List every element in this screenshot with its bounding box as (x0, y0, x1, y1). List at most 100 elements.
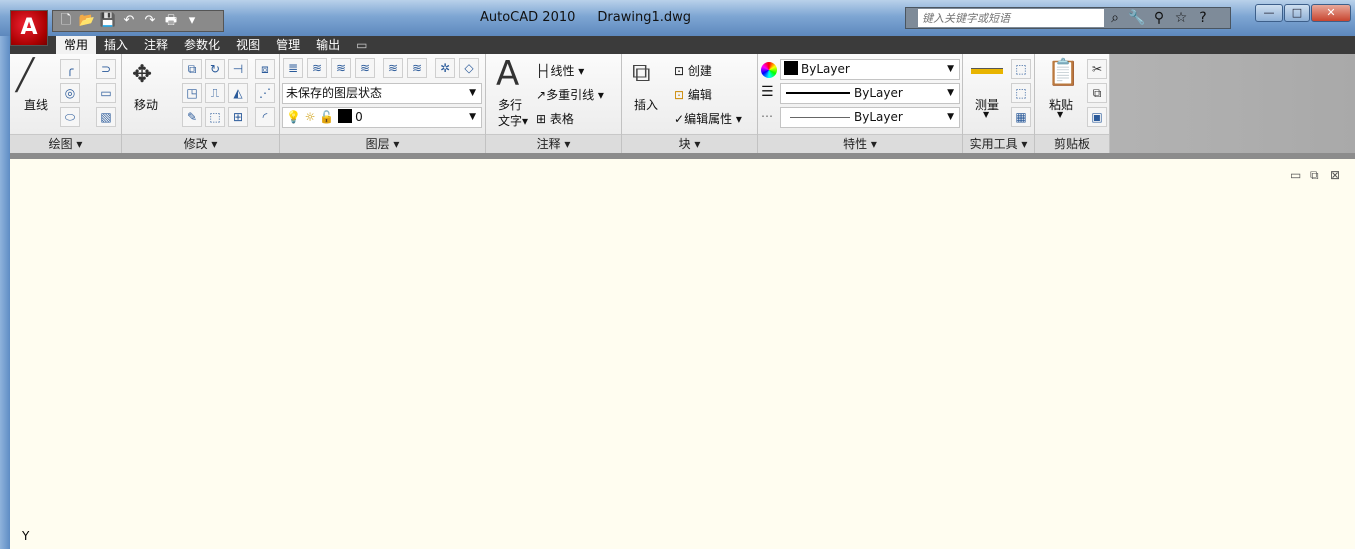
create-block-button[interactable]: ⊡ 创建 (674, 62, 712, 79)
new-icon[interactable]: 🗋 (57, 13, 75, 29)
rotate-icon[interactable]: ↻ (205, 59, 225, 79)
array-icon[interactable]: ⊞ (228, 107, 248, 127)
plot-icon[interactable]: 🖶 (162, 13, 180, 29)
multileader-label: 多重引线 ▾ (546, 88, 604, 102)
panel-properties-label[interactable]: 特性 ▾ (758, 134, 962, 153)
color-wheel-icon (761, 62, 777, 78)
fillet-brush-icon[interactable]: ✎ (182, 107, 202, 127)
layer-isolate-icon[interactable]: ≋ (383, 58, 403, 78)
copy-icon[interactable]: ⧉ (182, 59, 202, 79)
circle-icon[interactable]: ◎ (60, 83, 80, 103)
measure-icon[interactable] (971, 68, 1003, 74)
polyline-icon[interactable]: ╭ (60, 59, 80, 79)
minimize-button[interactable]: — (1255, 4, 1283, 22)
layer-freeze-icon[interactable]: ✲ (435, 58, 455, 78)
linetype-dropdown[interactable]: ByLayer ▼ (780, 107, 960, 128)
application-menu-button[interactable]: A (10, 10, 48, 46)
customize-icon[interactable]: ▾ (183, 13, 201, 29)
lineweight-dropdown[interactable]: ByLayer ▼ (780, 83, 960, 104)
drawing-close-button[interactable]: ⊠ (1330, 168, 1340, 182)
cut-icon[interactable]: ✂ (1087, 59, 1107, 79)
open-icon[interactable]: 📂 (78, 13, 96, 29)
layer-unisolate-icon[interactable]: ≋ (407, 58, 427, 78)
explode-icon[interactable]: ⋰ (255, 83, 275, 103)
match-properties-icon[interactable]: ▣ (1087, 107, 1107, 127)
move-button[interactable]: 移动 (134, 96, 158, 113)
drawing-canvas[interactable]: ▭ ⧉ ⊠ Y (10, 159, 1355, 549)
minimize-ribbon-button[interactable]: ▭ (348, 36, 375, 54)
redo-icon[interactable]: ↷ (141, 13, 159, 29)
linear-label: 线性 ▾ (550, 64, 585, 78)
panel-annotation: A 多行 文字▾ ├┤线性 ▾ ↗多重引线 ▾ ⊞ 表格 注释 ▾ (486, 54, 622, 153)
multileader-button[interactable]: ↗多重引线 ▾ (536, 86, 604, 103)
trim-icon[interactable]: ⊣ (228, 59, 248, 79)
mtext-icon[interactable]: A (496, 54, 519, 94)
close-button[interactable]: ✕ (1311, 4, 1351, 22)
array-3d-icon[interactable]: ⬚ (205, 107, 225, 127)
help-icon[interactable]: ? (1192, 10, 1214, 26)
scale-icon[interactable]: ◳ (182, 83, 202, 103)
color-dropdown[interactable]: ByLayer ▼ (780, 59, 960, 80)
mtext-label-1[interactable]: 多行 (498, 96, 522, 113)
tab-home[interactable]: 常用 (56, 36, 97, 54)
insert-button[interactable]: 插入 (634, 96, 658, 113)
panel-modify: ✥ 移动 ⧉ ↻ ⊣ ⧈ ◳ ⎍ ◭ ⋰ ✎ ⬚ ⊞ ◜ 修改 ▾ (122, 54, 280, 153)
undo-icon[interactable]: ↶ (120, 13, 138, 29)
panel-block-label[interactable]: 块 ▾ (622, 134, 757, 153)
edit-attribute-button[interactable]: ✓编辑属性 ▾ (674, 110, 742, 127)
paste-dropdown-arrow[interactable]: ▼ (1057, 110, 1063, 119)
stretch-icon[interactable]: ⎍ (205, 83, 225, 103)
arc-icon[interactable]: ⊃ (96, 59, 116, 79)
tab-manage[interactable]: 管理 (268, 36, 308, 54)
drawing-minimize-button[interactable]: ▭ (1290, 168, 1301, 182)
linear-dimension-icon: ├┤ (536, 64, 551, 78)
line-icon[interactable]: ╱ (16, 58, 34, 93)
line-button[interactable]: 直线 (24, 96, 48, 113)
linear-dimension-button[interactable]: ├┤线性 ▾ (536, 62, 584, 79)
copy-clip-icon[interactable]: ⧉ (1087, 83, 1107, 103)
layer-match-icon[interactable]: ≋ (331, 58, 351, 78)
panel-annotation-label[interactable]: 注释 ▾ (486, 134, 621, 153)
save-icon[interactable]: 💾 (99, 13, 117, 29)
mtext-label-2[interactable]: 文字▾ (498, 112, 528, 129)
wrench-icon[interactable]: 🔧 (1126, 10, 1148, 26)
rectangle-icon[interactable]: ▭ (96, 83, 116, 103)
tab-output[interactable]: 输出 (308, 36, 348, 54)
edit-block-button[interactable]: ⊡ 编辑 (674, 86, 712, 103)
binoculars-icon[interactable]: ⌕ (1104, 10, 1126, 26)
erase-icon[interactable]: ⧈ (255, 59, 275, 79)
panel-layers-label[interactable]: 图层 ▾ (280, 134, 485, 153)
panel-draw-label[interactable]: 绘图 ▾ (10, 134, 121, 153)
ellipse-icon[interactable]: ⬭ (60, 107, 80, 127)
move-icon[interactable]: ✥ (132, 60, 152, 88)
layer-properties-icon[interactable]: ≣ (283, 58, 303, 78)
maximize-button[interactable]: □ (1284, 4, 1310, 22)
layer-previous-icon[interactable]: ≋ (355, 58, 375, 78)
quick-select-icon[interactable]: ⬚ (1011, 59, 1031, 79)
table-label: 表格 (549, 112, 574, 126)
layer-off-icon[interactable]: ◇ (459, 58, 479, 78)
tab-view[interactable]: 视图 (228, 36, 268, 54)
layer-state-dropdown[interactable]: 未保存的图层状态 ▼ (282, 83, 482, 104)
paste-icon[interactable]: 📋 (1047, 58, 1079, 88)
layer-dropdown[interactable]: 💡 ☼ 🔓 0 ▼ (282, 107, 482, 128)
fillet-icon[interactable]: ◜ (255, 107, 275, 127)
search-input[interactable] (918, 9, 1104, 27)
tab-parametric[interactable]: 参数化 (176, 36, 228, 54)
layer-state-icon[interactable]: ≋ (307, 58, 327, 78)
hatch-icon[interactable]: ▧ (96, 107, 116, 127)
current-layer-value: 0 (355, 110, 363, 124)
tab-insert[interactable]: 插入 (96, 36, 136, 54)
insert-block-icon[interactable]: ⧉ (632, 58, 651, 89)
panel-modify-label[interactable]: 修改 ▾ (122, 134, 279, 153)
calculator-icon[interactable]: ▦ (1011, 107, 1031, 127)
select-all-icon[interactable]: ⬚ (1011, 83, 1031, 103)
measure-dropdown-arrow[interactable]: ▼ (983, 110, 989, 119)
panel-utilities-label[interactable]: 实用工具 ▾ (963, 134, 1034, 153)
table-button[interactable]: ⊞ 表格 (536, 110, 574, 127)
mirror-icon[interactable]: ◭ (228, 83, 248, 103)
tab-annotate[interactable]: 注释 (136, 36, 176, 54)
communication-center-icon[interactable]: ⚲ (1148, 10, 1170, 26)
drawing-restore-button[interactable]: ⧉ (1310, 168, 1319, 183)
favorites-star-icon[interactable]: ☆ (1170, 10, 1192, 26)
